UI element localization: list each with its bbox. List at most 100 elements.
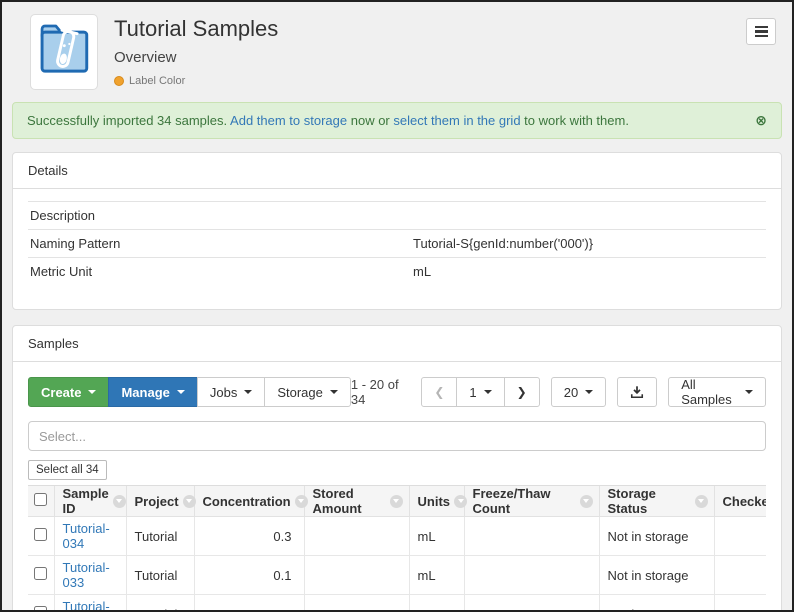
detail-value: Tutorial-S{genId:number('000')} — [413, 236, 766, 251]
chevron-down-icon — [484, 390, 492, 394]
select-all-checkbox[interactable] — [34, 493, 47, 506]
column-header[interactable]: Project — [126, 486, 194, 517]
column-header[interactable]: Stored Amount — [304, 486, 409, 517]
column-header[interactable]: Checked Out — [714, 486, 766, 517]
sample-id-link[interactable]: Tutorial-033 — [63, 560, 110, 590]
storage-button[interactable]: Storage — [264, 377, 351, 407]
table-row: Tutorial-034Tutorial0.3mLNot in storage — [28, 517, 766, 556]
create-button[interactable]: Create — [28, 377, 109, 407]
select-in-grid-link[interactable]: select them in the grid — [393, 113, 520, 128]
grid-body: Tutorial-034Tutorial0.3mLNot in storageT… — [28, 517, 766, 612]
export-button[interactable] — [617, 377, 657, 407]
table-cell: Not in storage — [599, 517, 714, 556]
chevron-down-icon — [585, 390, 593, 394]
column-menu-icon[interactable] — [183, 495, 196, 508]
chevron-down-icon — [745, 390, 753, 394]
table-row: Tutorial-032Tutorial0.2mLNot in storage — [28, 595, 766, 612]
row-checkbox[interactable] — [34, 606, 47, 612]
manage-button[interactable]: Manage — [108, 377, 197, 407]
samples-panel: Samples Create Manage Jobs Storage 1 - 2… — [12, 325, 782, 612]
column-menu-icon[interactable] — [295, 495, 308, 508]
table-cell — [714, 556, 766, 595]
detail-value: mL — [413, 264, 766, 279]
chevron-down-icon — [88, 390, 96, 394]
column-menu-icon[interactable] — [113, 495, 126, 508]
column-menu-icon[interactable] — [390, 495, 403, 508]
table-cell — [464, 595, 599, 612]
chevron-left-icon: ❮ — [434, 385, 444, 399]
samples-panel-title: Samples — [13, 326, 781, 362]
table-cell: Tutorial — [126, 517, 194, 556]
alert-close-icon[interactable]: ⊗ — [755, 114, 767, 128]
sample-id-link[interactable]: Tutorial-032 — [63, 599, 110, 612]
alert-text: Successfully imported 34 samples. Add th… — [27, 113, 629, 128]
sample-type-icon-card — [30, 14, 98, 90]
detail-label: Description — [28, 208, 413, 223]
grid-filter-input[interactable] — [28, 421, 766, 451]
page-header: Tutorial Samples Overview Label Color — [12, 14, 782, 90]
table-cell: Tutorial — [126, 595, 194, 612]
detail-label: Naming Pattern — [28, 236, 413, 251]
chevron-down-icon — [244, 390, 252, 394]
detail-row-naming-pattern: Naming Pattern Tutorial-S{genId:number('… — [28, 229, 766, 257]
column-label: Stored Amount — [313, 486, 386, 516]
table-cell: mL — [409, 556, 464, 595]
row-checkbox-cell — [28, 517, 54, 556]
table-cell: Not in storage — [599, 595, 714, 612]
page-number-dropdown[interactable]: 1 — [456, 377, 504, 407]
details-panel-title: Details — [13, 153, 781, 189]
table-cell — [714, 517, 766, 556]
column-menu-icon[interactable] — [695, 495, 708, 508]
app-window: Tutorial Samples Overview Label Color Su… — [0, 0, 794, 612]
sample-id-link[interactable]: Tutorial-034 — [63, 521, 110, 551]
grid-header-row: Sample IDProject Concentration Stored Amou… — [28, 486, 766, 517]
label-color-text: Label Color — [129, 75, 185, 87]
table-cell: Tutorial-034 — [54, 517, 126, 556]
row-checkbox-cell — [28, 556, 54, 595]
column-label: Storage Status — [608, 486, 691, 516]
table-cell: 0.1 — [194, 556, 304, 595]
column-header[interactable]: Freeze/Thaw Count — [464, 486, 599, 517]
view-filter-dropdown[interactable]: All Samples — [668, 377, 766, 407]
table-cell — [714, 595, 766, 612]
prev-page-button[interactable]: ❮ — [421, 377, 457, 407]
table-cell: Tutorial-033 — [54, 556, 126, 595]
jobs-button[interactable]: Jobs — [197, 377, 265, 407]
table-cell — [464, 556, 599, 595]
column-menu-icon[interactable] — [580, 495, 593, 508]
label-color-dot — [114, 76, 124, 86]
add-to-storage-link[interactable]: Add them to storage — [230, 113, 347, 128]
column-label: Units — [418, 494, 451, 509]
details-panel: Details Description Naming Pattern Tutor… — [12, 152, 782, 310]
import-success-alert: Successfully imported 34 samples. Add th… — [12, 102, 782, 139]
page-size-dropdown[interactable]: 20 — [551, 377, 606, 407]
column-header[interactable]: Units — [409, 486, 464, 517]
next-page-button[interactable]: ❯ — [504, 377, 540, 407]
chevron-right-icon: ❯ — [517, 385, 527, 399]
table-cell: mL — [409, 595, 464, 612]
column-label: Concentration — [203, 494, 291, 509]
row-checkbox[interactable] — [34, 528, 47, 541]
table-cell: Tutorial — [126, 556, 194, 595]
detail-row-metric-unit: Metric Unit mL — [28, 257, 766, 285]
table-cell — [304, 517, 409, 556]
table-cell — [464, 517, 599, 556]
select-all-checkbox-cell — [28, 486, 54, 517]
detail-label: Metric Unit — [28, 264, 413, 279]
download-icon — [630, 385, 644, 399]
column-header[interactable]: Storage Status — [599, 486, 714, 517]
table-cell: Not in storage — [599, 556, 714, 595]
page-menu-button[interactable] — [746, 18, 776, 45]
page-subtitle: Overview — [114, 49, 278, 66]
column-label: Freeze/Thaw Count — [473, 486, 576, 516]
column-header[interactable]: Sample ID — [54, 486, 126, 517]
row-checkbox[interactable] — [34, 567, 47, 580]
select-all-button[interactable]: Select all 34 — [28, 460, 107, 480]
samples-grid: Sample IDProject Concentration Stored Amou… — [28, 485, 766, 612]
table-cell: Tutorial-032 — [54, 595, 126, 612]
column-header[interactable]: Concentration — [194, 486, 304, 517]
chevron-down-icon — [330, 390, 338, 394]
chevron-down-icon — [177, 390, 185, 394]
column-menu-icon[interactable] — [454, 495, 467, 508]
table-cell — [304, 556, 409, 595]
